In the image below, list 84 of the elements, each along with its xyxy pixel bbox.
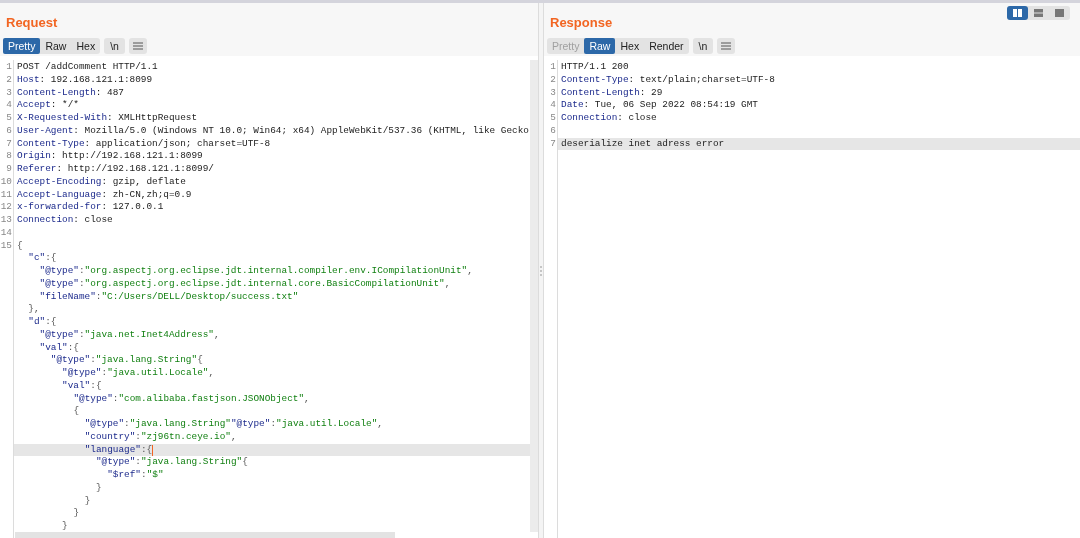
code-line: x-forwarded-for: 127.0.0.1 [17,201,164,214]
code-line: Host: 192.168.121.1:8099 [17,73,153,87]
code-line: Connection: close [561,112,657,125]
code-line: }, [28,303,40,316]
code-line: HTTP/1.1 200 [561,61,629,74]
line-number: 2 [550,73,556,85]
line-number: 15 [0,239,12,251]
code-line: Date: Tue, 06 Sep 2022 08:54:19 GMT [561,99,758,112]
view-tab[interactable]: Hex [615,38,645,54]
code-line: "val":{ [62,379,102,393]
code-line: { [17,239,23,253]
line-number: 4 [550,99,556,111]
view-tab[interactable]: Render [644,38,689,54]
code-line: Referer: http://192.168.121.1:8099/ [17,163,214,176]
menu-icon [132,42,143,50]
code-line: Accept: */* [17,99,79,112]
menu-button[interactable] [717,38,736,54]
line-number: 4 [6,99,12,111]
two-columns-icon [1013,9,1022,17]
vertical-scrollbar[interactable] [530,60,538,532]
side-by-side-layout-button[interactable] [1007,6,1028,20]
code-line: { [73,405,80,418]
view-tab[interactable]: Raw [40,38,72,54]
code-line: Accept-Encoding: gzip, deflate [17,175,186,189]
view-tab[interactable]: Hex [71,38,101,54]
line-number: 10 [0,175,12,187]
line-number: 9 [6,163,12,174]
code-line: deserialize inet adress error [561,137,725,151]
line-number: 6 [550,124,556,136]
line-number: 5 [550,112,556,123]
code-line: "@type":"java.lang.String"{ [95,456,248,469]
code-line: POST /addComment HTTP/1.1 [17,61,158,74]
code-line: "language":{ [84,443,153,457]
panel-title: Request [6,13,58,32]
line-number: 14 [0,226,12,238]
newline-toggle-button[interactable]: \n [104,38,125,54]
view-tab[interactable]: Raw [584,38,616,54]
code-line: "fileName":"C:/Users/DELL/Desktop/success.txt" [39,290,299,304]
code-line: "@type":"java.util.Locale", [62,367,215,380]
line-number: 12 [0,201,12,213]
code-line: "@type":"org.aspectj.org.eclipse.jdt.internal.core.BasicCompilationUnit", [39,277,451,291]
line-number: 1 [550,61,556,72]
code-line: } [62,520,68,533]
line-number: 6 [6,124,12,136]
code-line: Content-Type: text/plain;charset=UTF-8 [561,73,775,87]
line-number: 11 [0,188,12,200]
code-line: "@type":"com.alibaba.fastjson.JSONObject", [73,392,310,406]
code-line: Content-Length: 29 [561,86,663,100]
code-line: "@type":"java.lang.String"{ [50,354,203,367]
horizontal-scrollbar[interactable] [15,532,395,538]
two-rows-icon [1034,9,1043,17]
code-line: X-Requested-With: XMLHttpRequest [17,112,198,125]
panel-title: Response [550,13,613,32]
code-line: } [95,481,102,495]
code-line: Accept-Language: zh-CN,zh;q=0.9 [17,188,192,202]
code-line: "$ref":"$" [107,469,164,482]
code-line: "country":"zj96tn.ceye.io", [84,430,237,444]
code-line: "@type":"org.aspectj.org.eclipse.jdt.internal.compiler.env.ICompilationUnit", [39,265,473,278]
line-number: 3 [6,86,12,98]
menu-button[interactable] [128,38,147,54]
code-line: Content-Type: application/json; charset=UTF-8 [17,137,271,151]
newline-toggle-button[interactable]: \n [692,38,714,54]
code-line: "@type":"java.lang.String""@type":"java.util.Locale", [84,418,383,431]
line-number: 8 [6,150,12,162]
line-number: 13 [0,214,12,225]
code-line: "val":{ [39,341,79,355]
line-number: 1 [6,61,12,72]
single-panel-icon [1055,9,1064,17]
line-number: 7 [550,137,556,149]
code-line: "d":{ [28,316,57,329]
view-tab[interactable]: Pretty [3,38,41,54]
line-number: 3 [550,86,556,98]
code-line: Origin: http://192.168.121.1:8099 [17,150,203,163]
line-number: 7 [6,137,12,149]
line-number: 5 [6,112,12,123]
line-number: 2 [6,73,12,85]
code-line: "c":{ [28,252,57,265]
menu-icon [721,42,732,50]
code-line: Content-Length: 487 [17,86,124,100]
code-line: User-Agent: Mozilla/5.0 (Windows NT 10.0; Win64; x64) AppleWebKit/537.36 (KHTML, like Gecko [17,124,529,138]
code-line: Connection: close [17,214,113,227]
code-line: "@type":"java.net.Inet4Address", [39,328,220,342]
code-line: } [84,494,91,508]
code-line: } [73,507,80,520]
